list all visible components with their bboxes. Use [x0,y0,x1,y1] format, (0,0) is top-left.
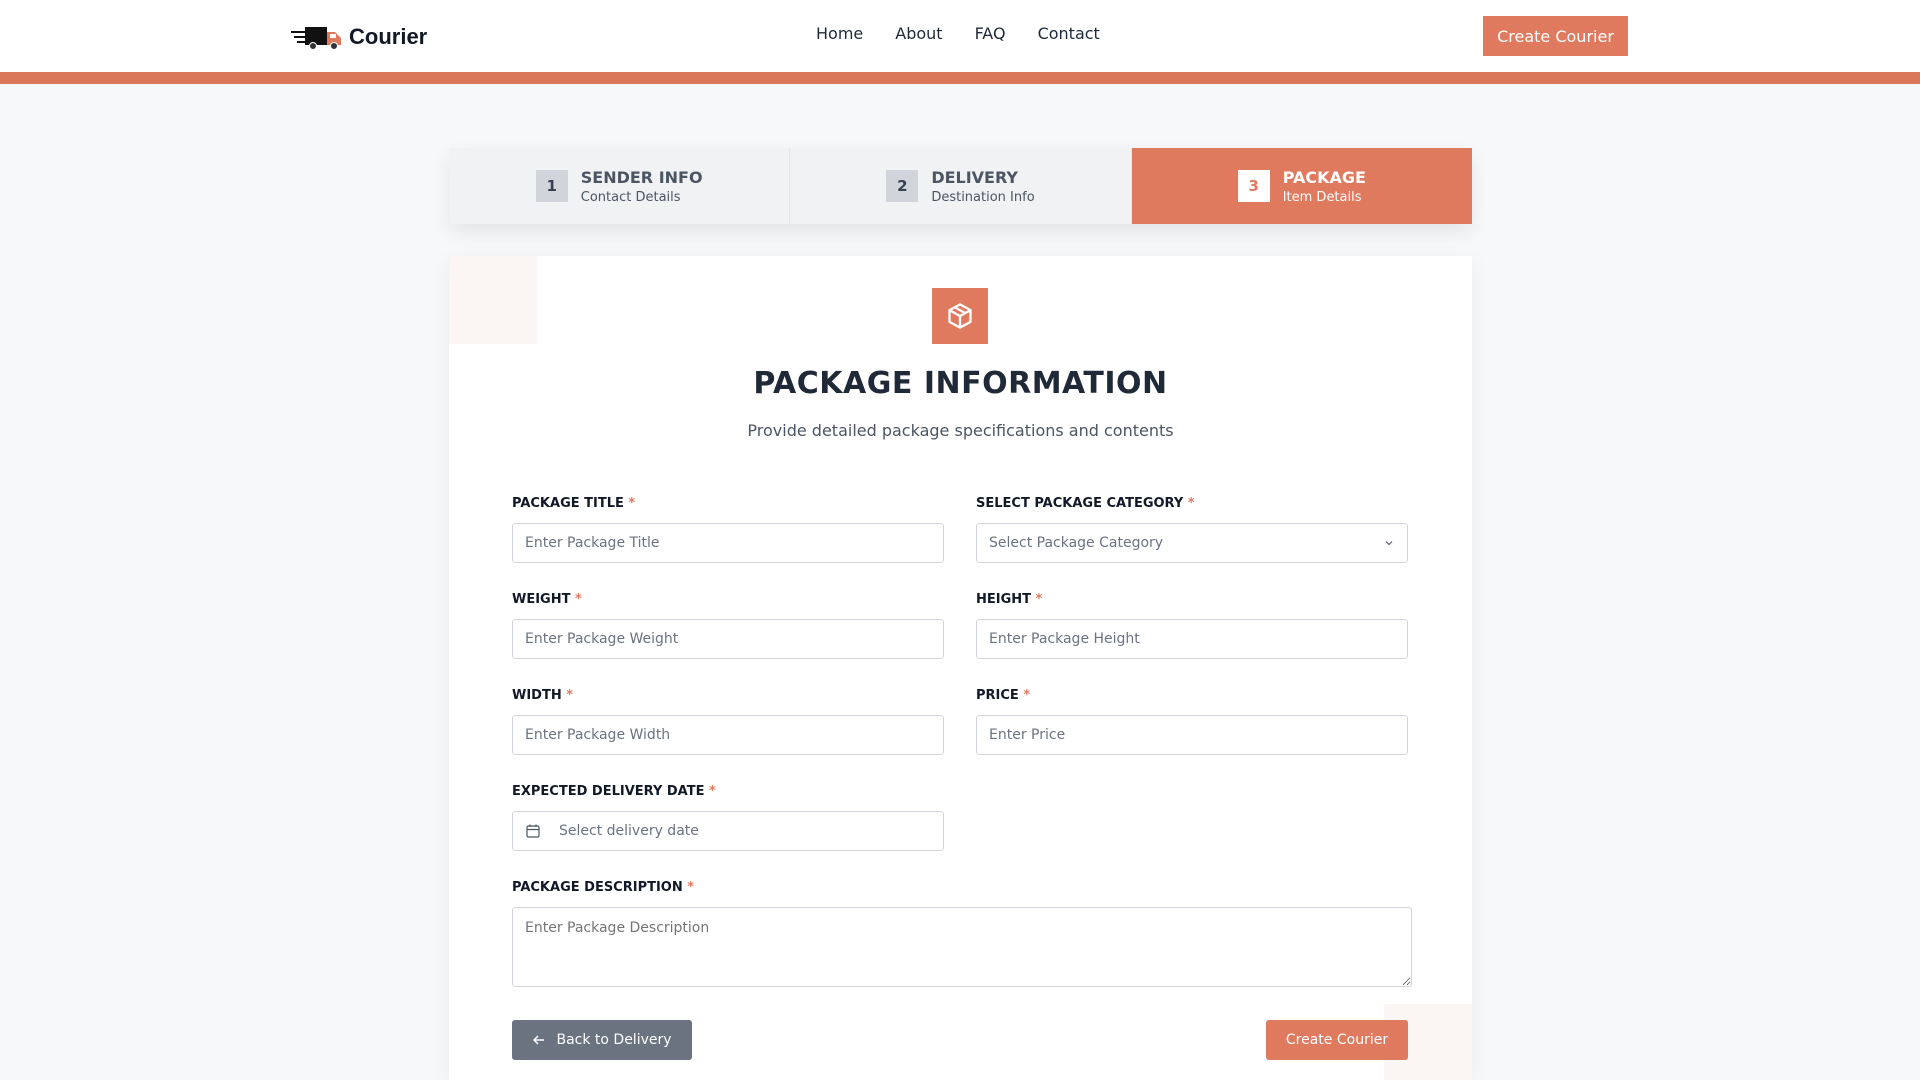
step-subtitle: Item Details [1282,189,1362,205]
field-label: HEIGHT [976,592,1032,607]
package-icon [932,288,988,344]
package-form-card: PACKAGE INFORMATION Provide detailed pac… [449,256,1472,1080]
logo-text: Courier [349,24,428,49]
truck-logo-icon [291,27,341,50]
main-nav: Home About FAQ Contact [816,24,1100,43]
date-placeholder: Select delivery date [559,823,699,839]
required-mark: * [1035,592,1043,607]
step-package[interactable]: 3 PACKAGE Item Details [1131,148,1472,224]
header-accent-bar [0,72,1920,84]
create-courier-button[interactable]: Create Courier [1266,1020,1408,1060]
height-field: HEIGHT * [976,592,1408,659]
package-category-field: SELECT PACKAGE CATEGORY * Select Package… [976,496,1408,563]
required-mark: * [709,784,716,799]
corner-decoration [449,256,537,344]
step-sender-info[interactable]: 1 SENDER INFO Contact Details [449,148,791,224]
field-label: WEIGHT [512,592,571,607]
package-category-select[interactable]: Select Package Category [976,523,1408,563]
page-subtitle: Provide detailed package specifications … [747,421,1174,440]
step-title: PACKAGE [1282,167,1366,187]
field-label: EXPECTED DELIVERY DATE [512,784,705,799]
width-field: WIDTH * [512,688,944,755]
width-input[interactable] [512,715,944,755]
required-mark: * [687,880,695,895]
step-number: 2 [886,170,919,202]
delivery-date-field: EXPECTED DELIVERY DATE * Select delivery… [512,784,944,851]
arrow-left-icon [533,1035,545,1045]
step-delivery[interactable]: 2 DELIVERY Destination Info [790,148,1132,224]
required-mark: * [628,496,636,511]
height-input[interactable] [976,619,1408,659]
field-label: PRICE [976,688,1019,703]
weight-field: WEIGHT * [512,592,944,659]
button-label: Back to Delivery [556,1032,672,1048]
weight-input[interactable] [512,619,944,659]
nav-faq[interactable]: FAQ [975,24,1006,43]
field-label: WIDTH [512,688,562,703]
stepper: 1 SENDER INFO Contact Details 2 DELIVERY… [449,148,1472,224]
select-placeholder: Select Package Category [989,535,1164,551]
field-label: PACKAGE TITLE [512,496,624,511]
nav-about[interactable]: About [895,24,942,43]
step-title: SENDER INFO [580,167,703,187]
package-title-field: PACKAGE TITLE * [512,496,944,563]
step-title: DELIVERY [931,167,1019,187]
logo[interactable]: Courier [291,20,427,54]
top-header: Courier Home About FAQ Contact Create Co… [0,0,1920,72]
back-to-delivery-button[interactable]: Back to Delivery [512,1020,692,1060]
field-label: SELECT PACKAGE CATEGORY [976,496,1184,511]
step-number: 1 [535,170,568,202]
delivery-date-input[interactable]: Select delivery date [512,811,944,851]
step-subtitle: Destination Info [931,189,1035,205]
required-mark: * [1187,496,1195,511]
chevron-down-icon [1385,541,1393,546]
required-mark: * [566,688,574,703]
calendar-icon [526,824,540,838]
field-label: PACKAGE DESCRIPTION [512,880,683,895]
package-title-input[interactable] [512,523,944,563]
nav-home[interactable]: Home [816,24,863,43]
nav-contact[interactable]: Contact [1038,24,1100,43]
price-input[interactable] [976,715,1408,755]
package-description-field: PACKAGE DESCRIPTION * [512,880,1412,991]
header-create-courier-button[interactable]: Create Courier [1483,16,1628,56]
price-field: PRICE * [976,688,1408,755]
required-mark: * [575,592,582,607]
step-number: 3 [1237,170,1270,202]
page-title: PACKAGE INFORMATION [753,366,1168,401]
required-mark: * [1023,688,1031,703]
package-description-textarea[interactable] [512,907,1412,987]
step-subtitle: Contact Details [580,189,681,205]
